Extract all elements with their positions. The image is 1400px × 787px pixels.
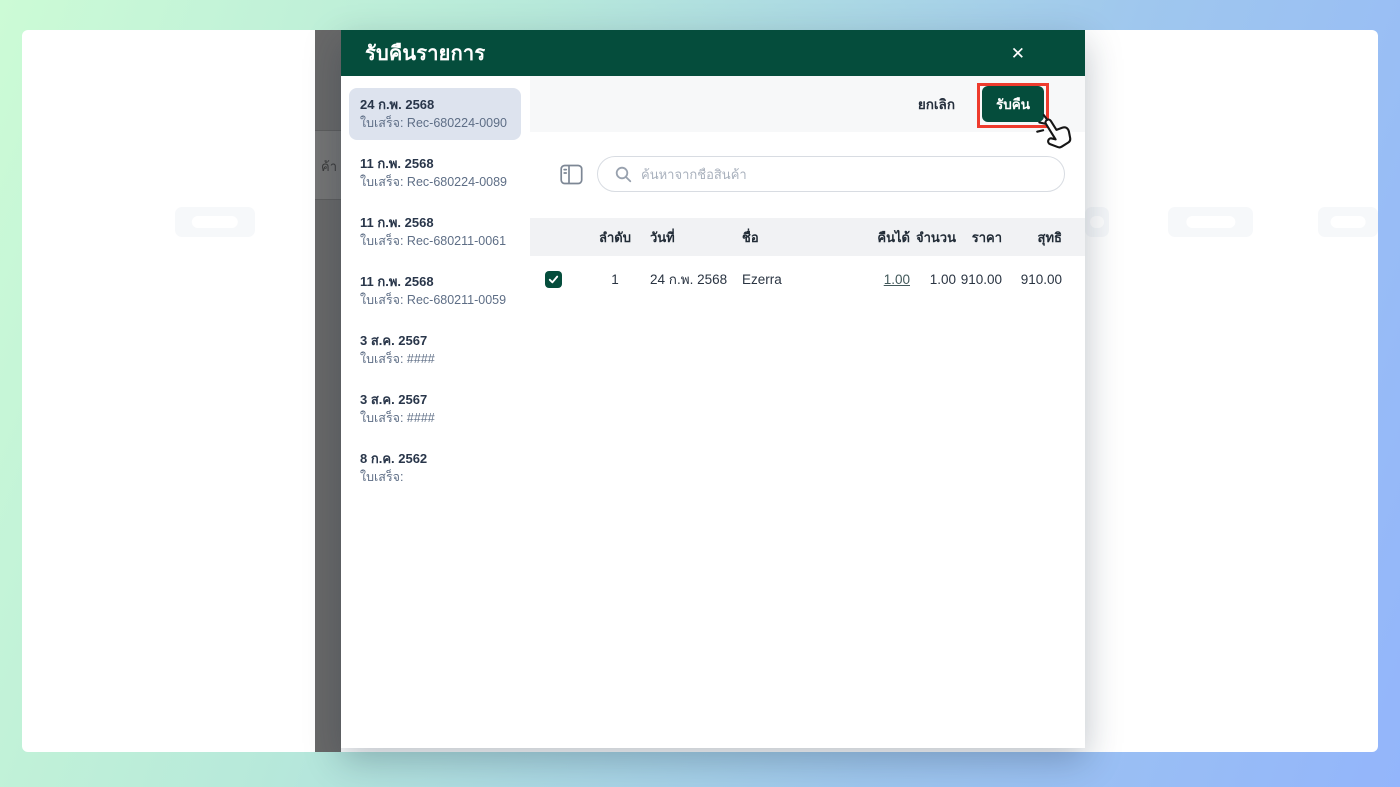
row-checkbox[interactable] [545, 270, 562, 288]
dimmed-app-text-fragment: ค้า [321, 159, 337, 174]
cancel-button[interactable]: ยกเลิก [918, 93, 955, 115]
col-header-name: ชื่อ [742, 229, 759, 245]
sidebar-item-receipt[interactable]: 8 ก.ค. 2562 ใบเสร็จ: [349, 442, 521, 494]
check-icon [548, 275, 559, 283]
cell-quantity: 1.00 [929, 271, 956, 287]
sidebar-item-receipt[interactable]: 11 ก.พ. 2568 ใบเสร็จ: Rec-680211-0061 [349, 206, 521, 258]
dimmed-button-placeholder [1168, 207, 1253, 237]
dimmed-app-strip: ค้า [315, 30, 341, 752]
receipt-number: ใบเสร็จ: Rec-680224-0089 [360, 175, 507, 189]
sidebar-item-receipt[interactable]: 3 ส.ค. 2567 ใบเสร็จ: #### [349, 383, 521, 435]
receipt-number: ใบเสร็จ: #### [360, 352, 435, 366]
search-box [597, 156, 1065, 192]
col-header-order: ลำดับ [599, 229, 631, 245]
receipt-number: ใบเสร็จ: [360, 470, 404, 484]
modal-body: 24 ก.พ. 2568 ใบเสร็จ: Rec-680224-0090 11… [341, 76, 1085, 748]
close-icon[interactable]: ✕ [1011, 45, 1025, 62]
col-header-net: สุทธิ [1037, 229, 1062, 245]
col-header-date: วันที่ [650, 229, 675, 245]
cell-order: 1 [611, 271, 619, 287]
sidebar-item-receipt[interactable]: 11 ก.พ. 2568 ใบเสร็จ: Rec-680224-0089 [349, 147, 521, 199]
table-row: 1 24 ก.พ. 2568 Ezerra 1.00 1.00 910.00 9… [530, 256, 1085, 302]
receipt-sidebar: 24 ก.พ. 2568 ใบเสร็จ: Rec-680224-0090 11… [341, 76, 530, 748]
dimmed-button-placeholder [1085, 207, 1109, 237]
receipt-number: ใบเสร็จ: Rec-680211-0061 [360, 234, 507, 248]
cell-net: 910.00 [1020, 271, 1062, 287]
receipt-date: 11 ก.พ. 2568 [360, 156, 434, 171]
desktop-background: ค้า รับคืนรายการ ✕ 24 ก.พ. 2568 ใบเสร็จ:… [0, 0, 1400, 787]
action-toolbar: ยกเลิก รับคืน [530, 76, 1085, 132]
modal-title: รับคืนรายการ [365, 43, 486, 65]
cell-price: 910.00 [960, 271, 1002, 287]
receipt-number: ใบเสร็จ: Rec-680211-0059 [360, 293, 507, 307]
return-items-modal: รับคืนรายการ ✕ 24 ก.พ. 2568 ใบเสร็จ: Rec… [341, 30, 1085, 748]
table-header: ลำดับ วันที่ ชื่อ คืนได้ จำนวน ราคา สุทธ… [530, 218, 1085, 256]
col-header-price: ราคา [971, 229, 1002, 245]
dimmed-button-placeholder [1318, 207, 1378, 237]
sidebar-item-receipt[interactable]: 24 ก.พ. 2568 ใบเสร็จ: Rec-680224-0090 [349, 88, 521, 140]
dimmed-button-placeholder [175, 207, 255, 237]
search-input[interactable] [641, 166, 1050, 182]
modal-main-area: ยกเลิก รับคืน ค้นหาจากชื่อสินค้า ลำดับ ว… [530, 76, 1085, 748]
receipt-number: ใบเสร็จ: #### [360, 411, 435, 425]
hand-pointer-cursor-icon [1036, 114, 1072, 149]
sidebar-item-receipt[interactable]: 3 ส.ค. 2567 ใบเสร็จ: #### [349, 324, 521, 376]
receipt-date: 24 ก.พ. 2568 [360, 97, 435, 112]
receipt-date: 11 ก.พ. 2568 [360, 215, 434, 230]
col-header-returnable: คืนได้ [877, 229, 910, 245]
modal-header: รับคืนรายการ ✕ [341, 30, 1085, 76]
search-row [530, 156, 1085, 192]
sidebar-layout-icon[interactable] [558, 161, 585, 188]
receipt-date: 3 ส.ค. 2567 [360, 333, 428, 348]
receipt-date: 11 ก.พ. 2568 [360, 274, 434, 289]
cell-name: Ezerra [742, 271, 782, 287]
sidebar-item-receipt[interactable]: 11 ก.พ. 2568 ใบเสร็จ: Rec-680211-0059 [349, 265, 521, 317]
cell-date: 24 ก.พ. 2568 [650, 272, 728, 287]
receipt-number: ใบเสร็จ: Rec-680224-0090 [360, 116, 507, 130]
cell-returnable-link[interactable]: 1.00 [884, 272, 910, 287]
receipt-date: 3 ส.ค. 2567 [360, 392, 428, 407]
col-header-quantity: จำนวน [916, 229, 956, 245]
receipt-date: 8 ก.ค. 2562 [360, 451, 428, 466]
search-icon [615, 166, 632, 182]
